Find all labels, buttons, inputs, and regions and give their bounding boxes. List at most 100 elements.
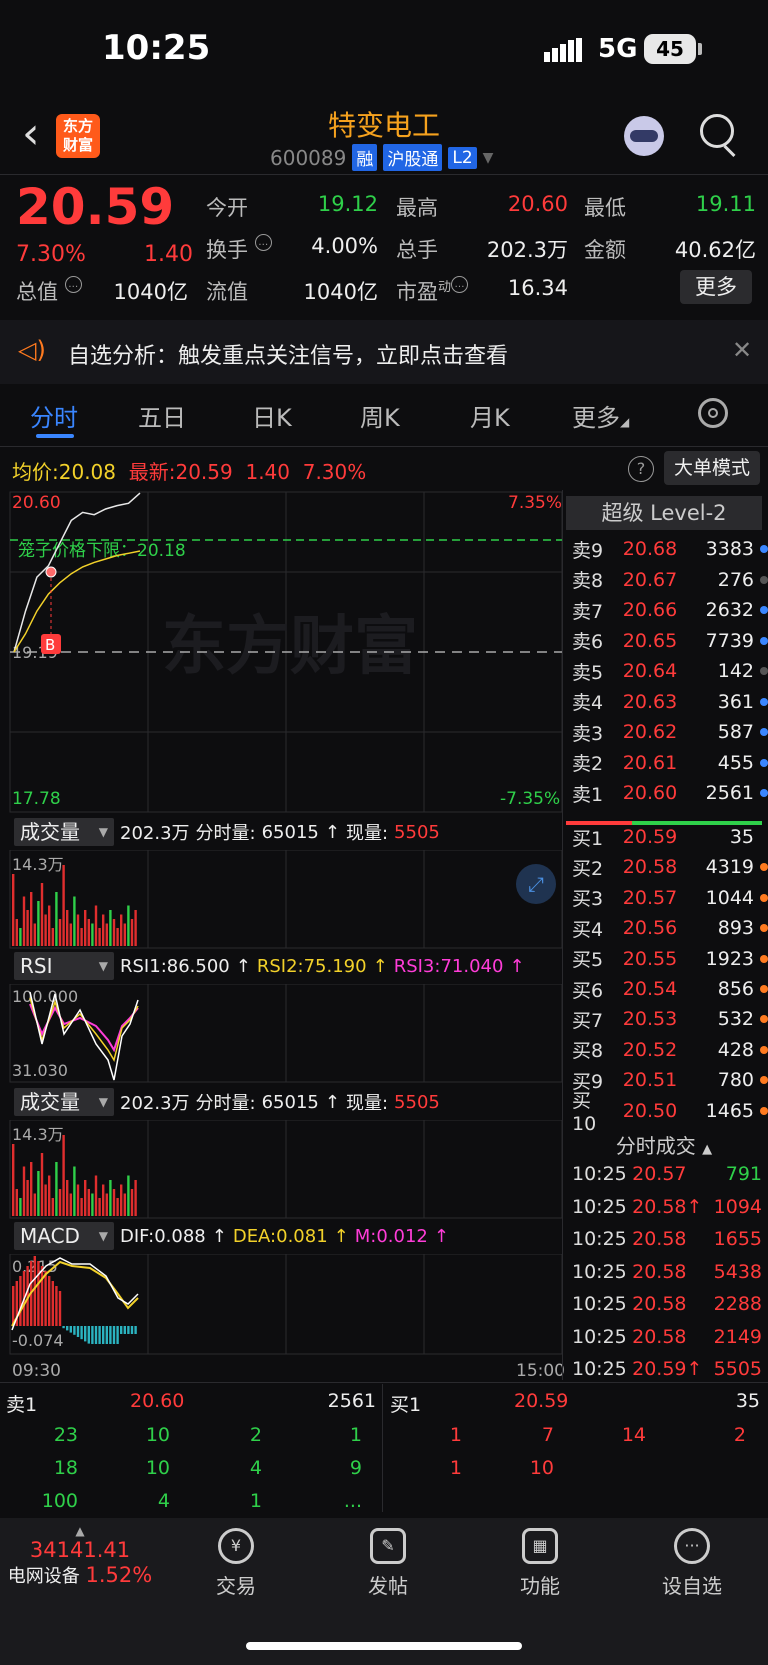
more-button[interactable]: 更多: [680, 270, 752, 304]
big-order-mode-button[interactable]: 大单模式: [664, 451, 760, 485]
volume-bar: [91, 1193, 94, 1216]
indicator-select-volume2[interactable]: 成交量 ▼: [14, 1088, 114, 1116]
nav-post[interactable]: ✎ 发帖: [338, 1528, 438, 1599]
volume2-indicator-header: 成交量 ▼ 202.3万 分时量: 65015 ↑ 现量: 5505: [14, 1088, 440, 1116]
tab-five-day[interactable]: 五日: [138, 398, 186, 433]
volume-bar: [80, 928, 83, 946]
level2-header[interactable]: 超级 Level-2: [566, 496, 762, 530]
tab-more[interactable]: 更多◢: [572, 398, 629, 433]
stock-code-row[interactable]: 600089 融 沪股通 L2 ▼: [270, 144, 493, 171]
trade-row: 10:25 20.58↑ 1094: [572, 1191, 762, 1223]
volume-bar: [26, 1180, 29, 1216]
volume-bar: [48, 905, 51, 946]
tag-l2: L2: [448, 146, 477, 169]
volume-bar: [22, 1166, 26, 1216]
volume-bar: [22, 896, 26, 946]
help-icon[interactable]: ?: [628, 456, 654, 482]
ask-row[interactable]: 卖4 20.63 361: [572, 687, 768, 717]
trade-row: 10:25 20.57 791: [572, 1158, 762, 1190]
sector-index[interactable]: ▲ 34141.41 电网设备 1.52%: [0, 1524, 160, 1588]
ask-volume: 2561: [705, 782, 754, 804]
info-icon[interactable]: …: [254, 234, 272, 251]
robot-assistant-icon[interactable]: [624, 116, 664, 156]
signal-icon: [544, 38, 584, 62]
volume-bar: [26, 910, 29, 946]
sell-queue-volume: 2561: [327, 1390, 376, 1412]
tab-weekly-k[interactable]: 周K: [360, 398, 400, 433]
bid-row[interactable]: 买4 20.56 893: [572, 913, 768, 943]
bid-row[interactable]: 买6 20.54 856: [572, 974, 768, 1004]
tab-intraday[interactable]: 分时: [30, 398, 78, 433]
price-line: [13, 492, 141, 653]
intraday-price-chart[interactable]: 东方财富 20.60 17.78 7.35% -7.35% 19.19 笼子价格…: [0, 490, 564, 816]
trade-time: 10:25: [572, 1293, 627, 1315]
search-icon[interactable]: [700, 114, 734, 148]
ask-row[interactable]: 卖2 20.61 455: [572, 748, 768, 778]
trade-volume: 1655: [713, 1228, 762, 1250]
bid-volume: 856: [717, 978, 754, 1000]
volume-bar: [30, 1162, 33, 1216]
ask-row[interactable]: 卖3 20.62 587: [572, 717, 768, 747]
watermark: 东方财富: [162, 610, 418, 684]
trade-price: 20.58: [632, 1260, 687, 1283]
cage-limit-label: 笼子价格下限：20.18: [18, 541, 186, 561]
chevron-down-icon: ▼: [482, 149, 494, 166]
volume-bar: [112, 1189, 116, 1216]
price-low-label: 17.78: [12, 789, 61, 809]
indicator-select-rsi[interactable]: RSI ▼: [14, 952, 114, 980]
bid-row[interactable]: 买8 20.52 428: [572, 1035, 768, 1065]
bid-volume: 428: [717, 1038, 754, 1061]
ask-row[interactable]: 卖5 20.64 142: [572, 656, 768, 686]
bid-row[interactable]: 买5 20.55 1923: [572, 944, 768, 974]
volume-bar: [37, 1171, 40, 1216]
ask-row[interactable]: 卖8 20.67 276: [572, 565, 768, 595]
nav-functions[interactable]: ▦ 功能: [490, 1528, 590, 1599]
bid-row[interactable]: 买1 20.59 35: [572, 822, 768, 852]
info-icon[interactable]: …: [451, 276, 469, 293]
volume-bar: [134, 910, 137, 946]
order-dot-icon: [760, 728, 768, 736]
indicator-select-macd[interactable]: MACD ▼: [14, 1222, 114, 1250]
bid-row[interactable]: 买7 20.53 532: [572, 1004, 768, 1034]
ask-row[interactable]: 卖7 20.66 2632: [572, 595, 768, 625]
ask-volume: 276: [717, 568, 754, 591]
info-icon[interactable]: …: [64, 276, 82, 293]
expand-icon[interactable]: ⤢: [516, 864, 556, 904]
macd-bar: [51, 1281, 54, 1326]
macd-bottom-label: -0.074: [12, 1331, 64, 1350]
nav-add-watchlist[interactable]: ··· 设自选: [642, 1528, 742, 1599]
close-icon[interactable]: ✕: [732, 336, 752, 364]
more-dots-icon: ···: [674, 1528, 710, 1564]
index-name: 电网设备: [7, 1566, 80, 1587]
trade-volume: 2288: [713, 1293, 762, 1315]
tab-daily-k[interactable]: 日K: [252, 398, 292, 433]
banner-text[interactable]: 自选分析：触发重点关注信号，立即点击查看: [68, 338, 508, 370]
tab-monthly-k[interactable]: 月K: [470, 398, 510, 433]
order-dot-icon: [760, 1045, 768, 1054]
price-summary-row: 均价:20.08 最新:20.59 1.40 7.30%: [12, 460, 367, 484]
bid-row[interactable]: 买3 20.57 1044: [572, 883, 768, 913]
trades-header[interactable]: 分时成交 ▲: [566, 1130, 762, 1159]
bid-label: 买5: [572, 949, 604, 972]
bid-volume: 4319: [705, 856, 754, 879]
order-dot-icon: [760, 893, 768, 902]
bid-row[interactable]: 买10 20.50 1465: [572, 1090, 768, 1135]
macd-bar: [94, 1326, 98, 1344]
ask-row[interactable]: 卖1 20.60 2561: [572, 778, 768, 808]
ask-row[interactable]: 卖9 20.68 3383: [572, 534, 768, 564]
queue-cell: 18: [53, 1457, 78, 1479]
volume-bar: [127, 905, 130, 946]
indicator-select-volume[interactable]: 成交量 ▼: [14, 818, 114, 846]
trade-price: 20.59↑: [632, 1358, 703, 1380]
volume-bar: [66, 910, 69, 946]
bid-price: 20.50: [622, 1099, 678, 1122]
order-dot-icon: [760, 758, 768, 767]
macd-bar: [66, 1326, 69, 1331]
bid-row[interactable]: 买2 20.58 4319: [572, 852, 768, 882]
ask-row[interactable]: 卖6 20.65 7739: [572, 626, 768, 656]
volume-bar: [66, 1180, 69, 1216]
nav-trade[interactable]: ¥ 交易: [186, 1528, 286, 1599]
panel-divider: [562, 490, 563, 1380]
queue-cell: 7: [541, 1424, 554, 1446]
macd-bar: [134, 1326, 137, 1334]
